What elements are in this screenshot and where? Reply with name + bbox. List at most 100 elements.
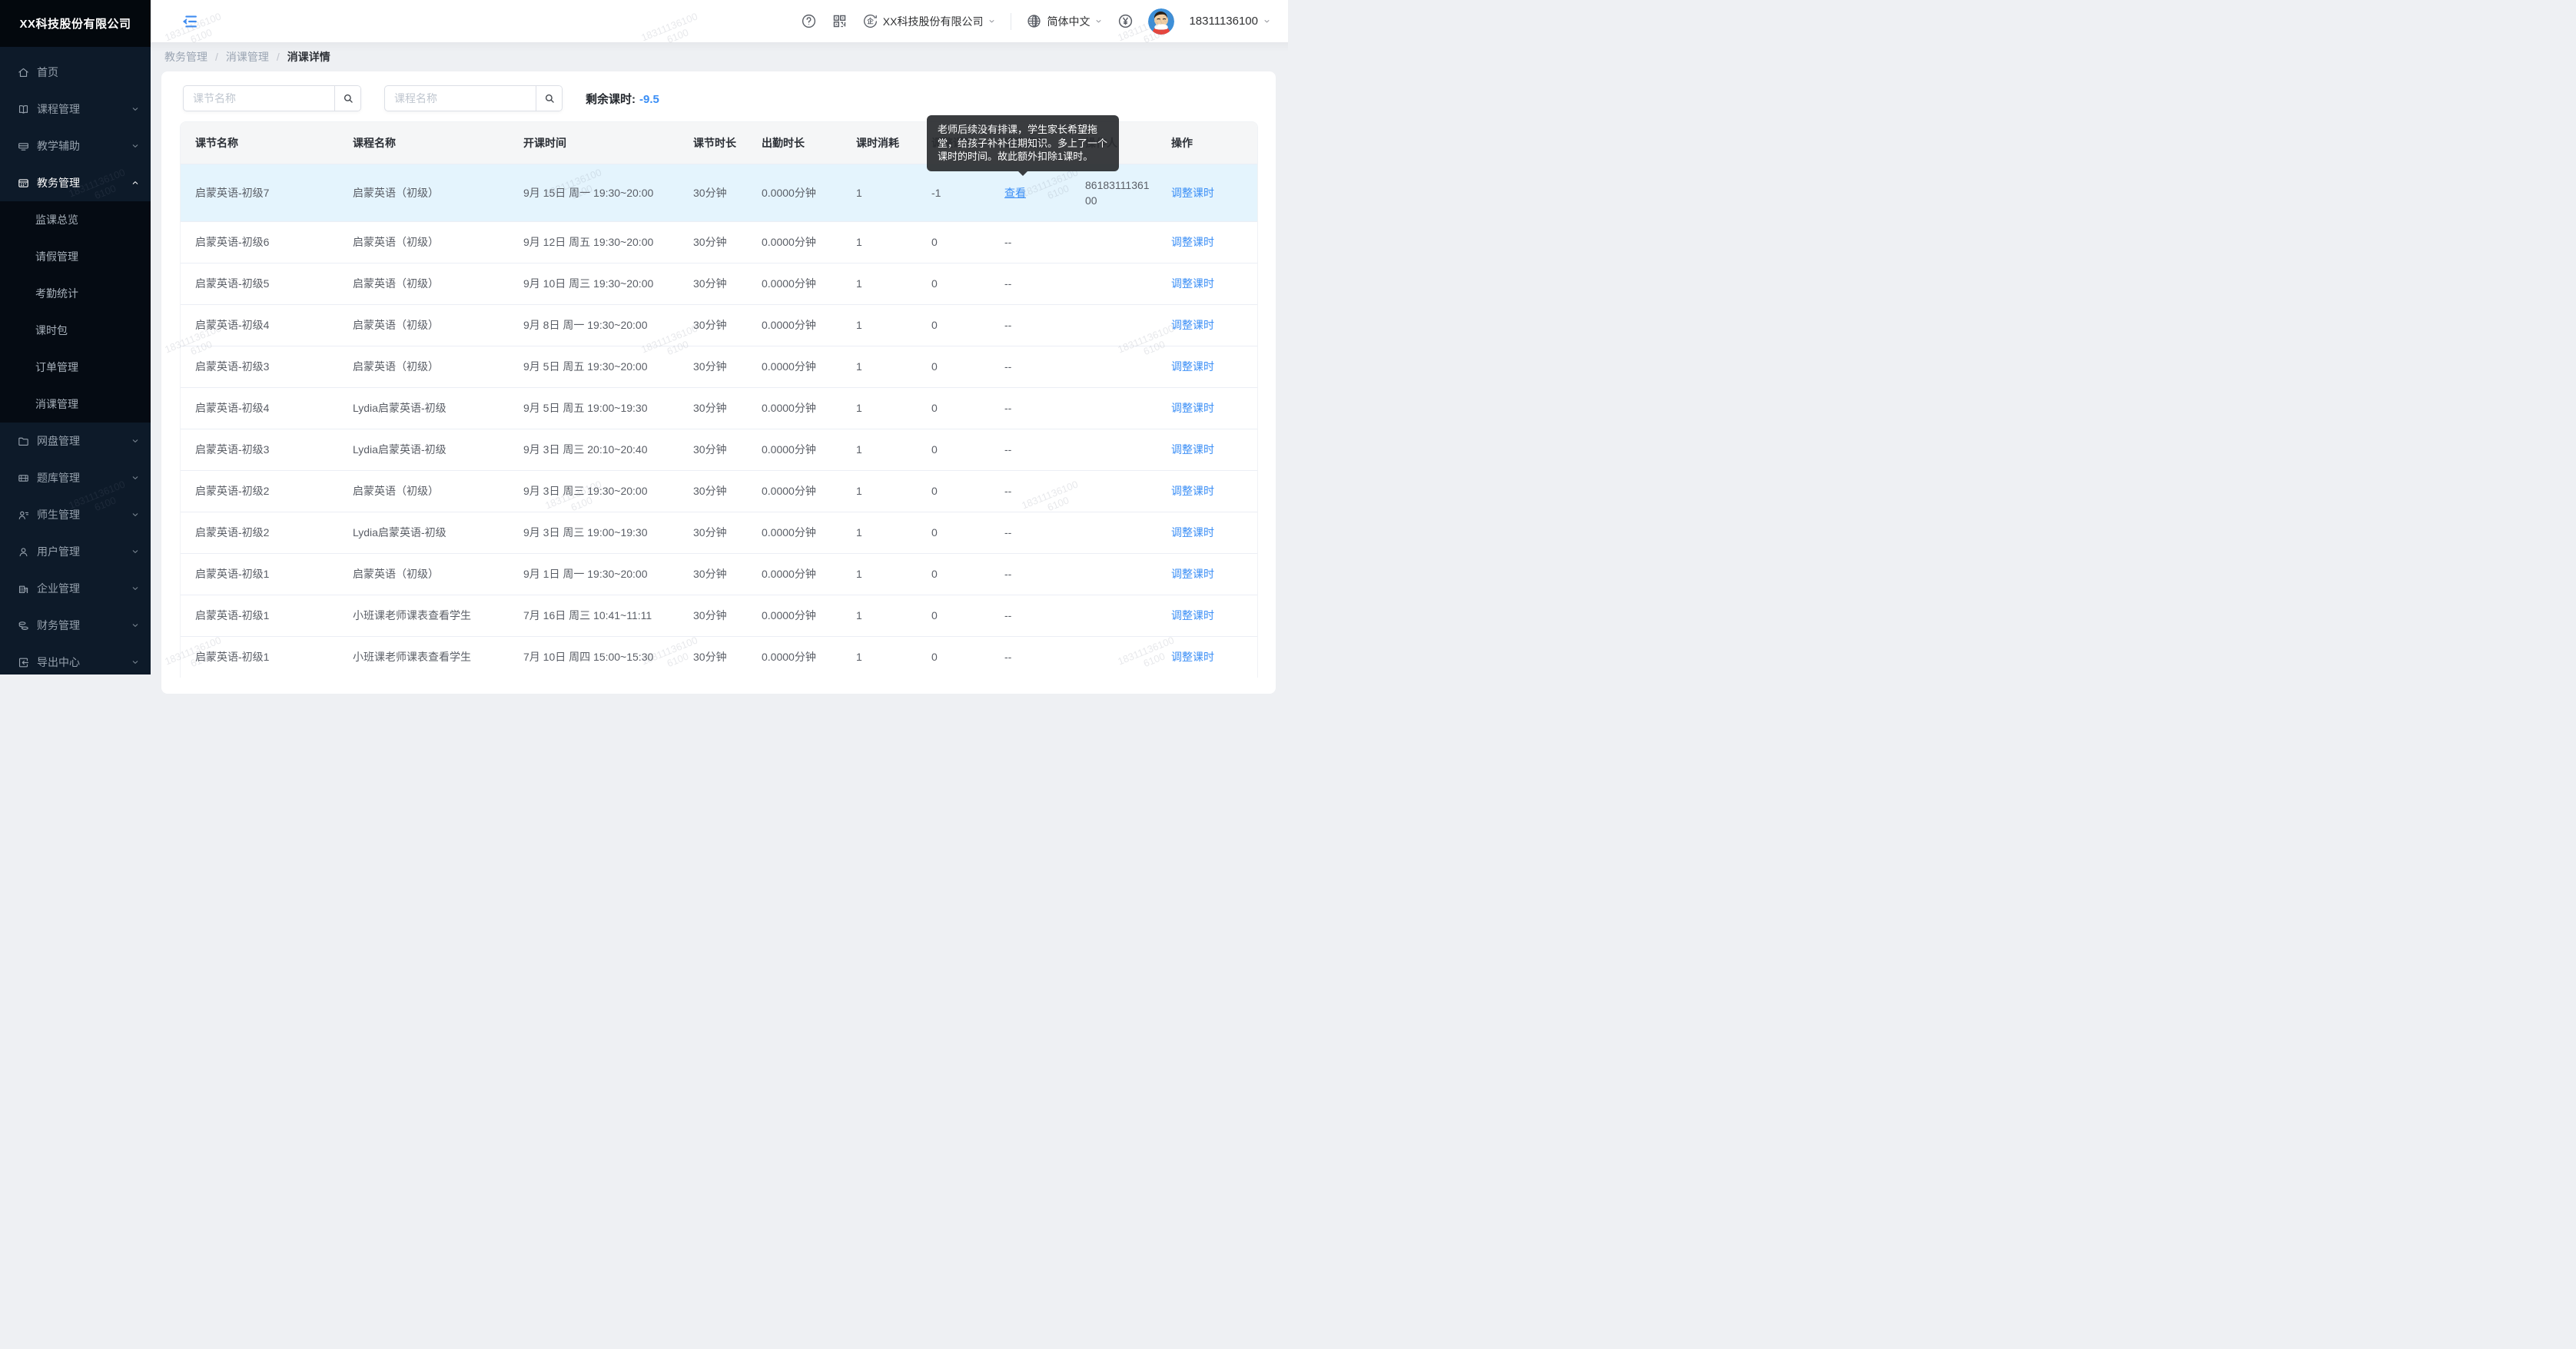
- lesson-length-cell: 30分钟: [679, 636, 747, 678]
- consumed-cell: 1: [842, 387, 917, 429]
- adjusted-cell: 0: [917, 304, 990, 346]
- column-header: 课时消耗: [842, 122, 917, 164]
- company-selector[interactable]: 企 XX科技股份有限公司: [862, 13, 997, 29]
- lesson-length-cell: 30分钟: [679, 164, 747, 221]
- attendance-cell: 0.0000分钟: [747, 387, 842, 429]
- chevron-down-icon: [131, 547, 140, 556]
- chevron-down-icon: [1094, 17, 1103, 25]
- sidebar-item-enterprise-mgmt[interactable]: 企业管理: [0, 570, 151, 607]
- sidebar-item-finance-mgmt[interactable]: 财务管理: [0, 607, 151, 644]
- currency-yen-icon[interactable]: [1117, 13, 1134, 29]
- sidebar-item-course-mgmt[interactable]: 课程管理: [0, 91, 151, 128]
- consumed-cell: 1: [842, 470, 917, 512]
- sidebar-item-netdisk-mgmt[interactable]: 网盘管理: [0, 423, 151, 459]
- topbar-right: 企 XX科技股份有限公司 简体中文: [801, 8, 1271, 35]
- sidebar-item-teacher-student[interactable]: 师生管理: [0, 496, 151, 533]
- start-time-cell: 7月 10日 周四 15:00~15:30: [509, 636, 679, 678]
- operator-cell: [1071, 553, 1157, 595]
- adjusted-cell: 0: [917, 221, 990, 263]
- sidebar-subitem[interactable]: 请假管理: [0, 238, 151, 275]
- lesson-length-cell: 30分钟: [679, 595, 747, 636]
- consumed-cell: 1: [842, 164, 917, 221]
- sidebar-subitem[interactable]: 课时包: [0, 312, 151, 349]
- action-cell: 调整课时: [1157, 429, 1257, 470]
- folder-icon: [17, 435, 30, 448]
- consumed-cell: 1: [842, 429, 917, 470]
- building-icon: [17, 582, 30, 595]
- avatar[interactable]: [1148, 8, 1174, 35]
- adjust-hours-link[interactable]: 调整课时: [1171, 277, 1214, 290]
- action-cell: 调整课时: [1157, 636, 1257, 678]
- adjusted-cell: 0: [917, 429, 990, 470]
- sidebar-item-label: 首页: [37, 65, 140, 80]
- main-panel: 剩余课时:-9.5 课节名称课程名称开课时间课节时长出勤时长课时消耗调整课时调整…: [161, 71, 1276, 694]
- collapse-sidebar-icon[interactable]: [181, 13, 198, 30]
- adjust-hours-link[interactable]: 调整课时: [1171, 526, 1214, 539]
- column-header: 课程名称: [338, 122, 509, 164]
- lesson-length-cell: 30分钟: [679, 553, 747, 595]
- chevron-down-icon: [131, 658, 140, 667]
- adjust-hours-link[interactable]: 调整课时: [1171, 187, 1214, 199]
- adjust-hours-link[interactable]: 调整课时: [1171, 236, 1214, 248]
- course-name-cell: 启蒙英语（初级）: [338, 470, 509, 512]
- breadcrumb-item[interactable]: 教务管理: [164, 49, 207, 65]
- filter-row: 剩余课时:-9.5: [180, 85, 1257, 111]
- course-name-input[interactable]: [385, 86, 536, 111]
- sidebar-subitem[interactable]: 消课管理: [0, 386, 151, 423]
- sidebar-item-academic-mgmt[interactable]: 教务管理: [0, 164, 151, 201]
- view-reason-link[interactable]: 查看: [1004, 187, 1026, 199]
- adjust-hours-link[interactable]: 调整课时: [1171, 485, 1214, 497]
- sidebar-item-teach-assist[interactable]: 教学辅助: [0, 128, 151, 164]
- attendance-cell: 0.0000分钟: [747, 470, 842, 512]
- table-row: 启蒙英语-初级6启蒙英语（初级）9月 12日 周五 19:30~20:0030分…: [181, 221, 1257, 263]
- start-time-cell: 9月 10日 周三 19:30~20:00: [509, 263, 679, 304]
- search-icon: [342, 92, 354, 104]
- sidebar-item-question-bank[interactable]: 题库管理: [0, 459, 151, 496]
- table-row: 启蒙英语-初级7启蒙英语（初级）9月 15日 周一 19:30~20:0030分…: [181, 164, 1257, 221]
- course-search-group: [384, 85, 563, 111]
- sidebar-item-home[interactable]: 首页: [0, 54, 151, 91]
- sidebar: XX科技股份有限公司 首页课程管理教学辅助教务管理监课总览请假管理考勤统计课时包…: [0, 0, 151, 674]
- consumed-cell: 1: [842, 553, 917, 595]
- lesson-length-cell: 30分钟: [679, 346, 747, 387]
- lessons-table-card: 课节名称课程名称开课时间课节时长出勤时长课时消耗调整课时调整原因操作人操作 启蒙…: [180, 121, 1258, 678]
- attendance-cell: 0.0000分钟: [747, 595, 842, 636]
- lesson-name-input[interactable]: [184, 86, 334, 111]
- user-menu[interactable]: 18311136100: [1189, 15, 1271, 28]
- sidebar-item-user-mgmt[interactable]: 用户管理: [0, 533, 151, 570]
- course-search-button[interactable]: [536, 86, 562, 111]
- username: 18311136100: [1189, 15, 1258, 28]
- language-selector[interactable]: 简体中文: [1026, 13, 1103, 29]
- schedule-icon: [17, 177, 30, 190]
- lesson-name-cell: 启蒙英语-初级2: [181, 470, 338, 512]
- table-row: 启蒙英语-初级5启蒙英语（初级）9月 10日 周三 19:30~20:0030分…: [181, 263, 1257, 304]
- attendance-cell: 0.0000分钟: [747, 346, 842, 387]
- adjusted-cell: 0: [917, 595, 990, 636]
- sidebar-subitem[interactable]: 考勤统计: [0, 275, 151, 312]
- sidebar-item-label: 财务管理: [37, 618, 131, 633]
- help-icon[interactable]: [801, 13, 817, 29]
- table-body: 启蒙英语-初级7启蒙英语（初级）9月 15日 周一 19:30~20:0030分…: [181, 164, 1257, 678]
- adjust-hours-link[interactable]: 调整课时: [1171, 609, 1214, 621]
- content-area: 剩余课时:-9.5 课节名称课程名称开课时间课节时长出勤时长课时消耗调整课时调整…: [151, 71, 1288, 674]
- book-icon: [17, 103, 30, 116]
- operator-cell: [1071, 595, 1157, 636]
- adjust-hours-link[interactable]: 调整课时: [1171, 443, 1214, 456]
- adjust-hours-link[interactable]: 调整课时: [1171, 360, 1214, 373]
- sidebar-subitem[interactable]: 订单管理: [0, 349, 151, 386]
- qrcode-icon[interactable]: [832, 13, 848, 29]
- adjust-hours-link[interactable]: 调整课时: [1171, 651, 1214, 663]
- chevron-down-icon: [131, 621, 140, 630]
- column-header: 调整课时: [917, 122, 990, 164]
- lesson-search-button[interactable]: [334, 86, 360, 111]
- adjust-hours-link[interactable]: 调整课时: [1171, 319, 1214, 331]
- coins-icon: [17, 619, 30, 632]
- adjust-hours-link[interactable]: 调整课时: [1171, 402, 1214, 414]
- action-cell: 调整课时: [1157, 221, 1257, 263]
- lesson-length-cell: 30分钟: [679, 512, 747, 553]
- breadcrumb-item[interactable]: 消课管理: [226, 49, 269, 65]
- sidebar-subitem[interactable]: 监课总览: [0, 201, 151, 238]
- adjust-reason-cell: --: [990, 304, 1071, 346]
- adjust-hours-link[interactable]: 调整课时: [1171, 568, 1214, 580]
- sidebar-item-export-center[interactable]: 导出中心: [0, 644, 151, 681]
